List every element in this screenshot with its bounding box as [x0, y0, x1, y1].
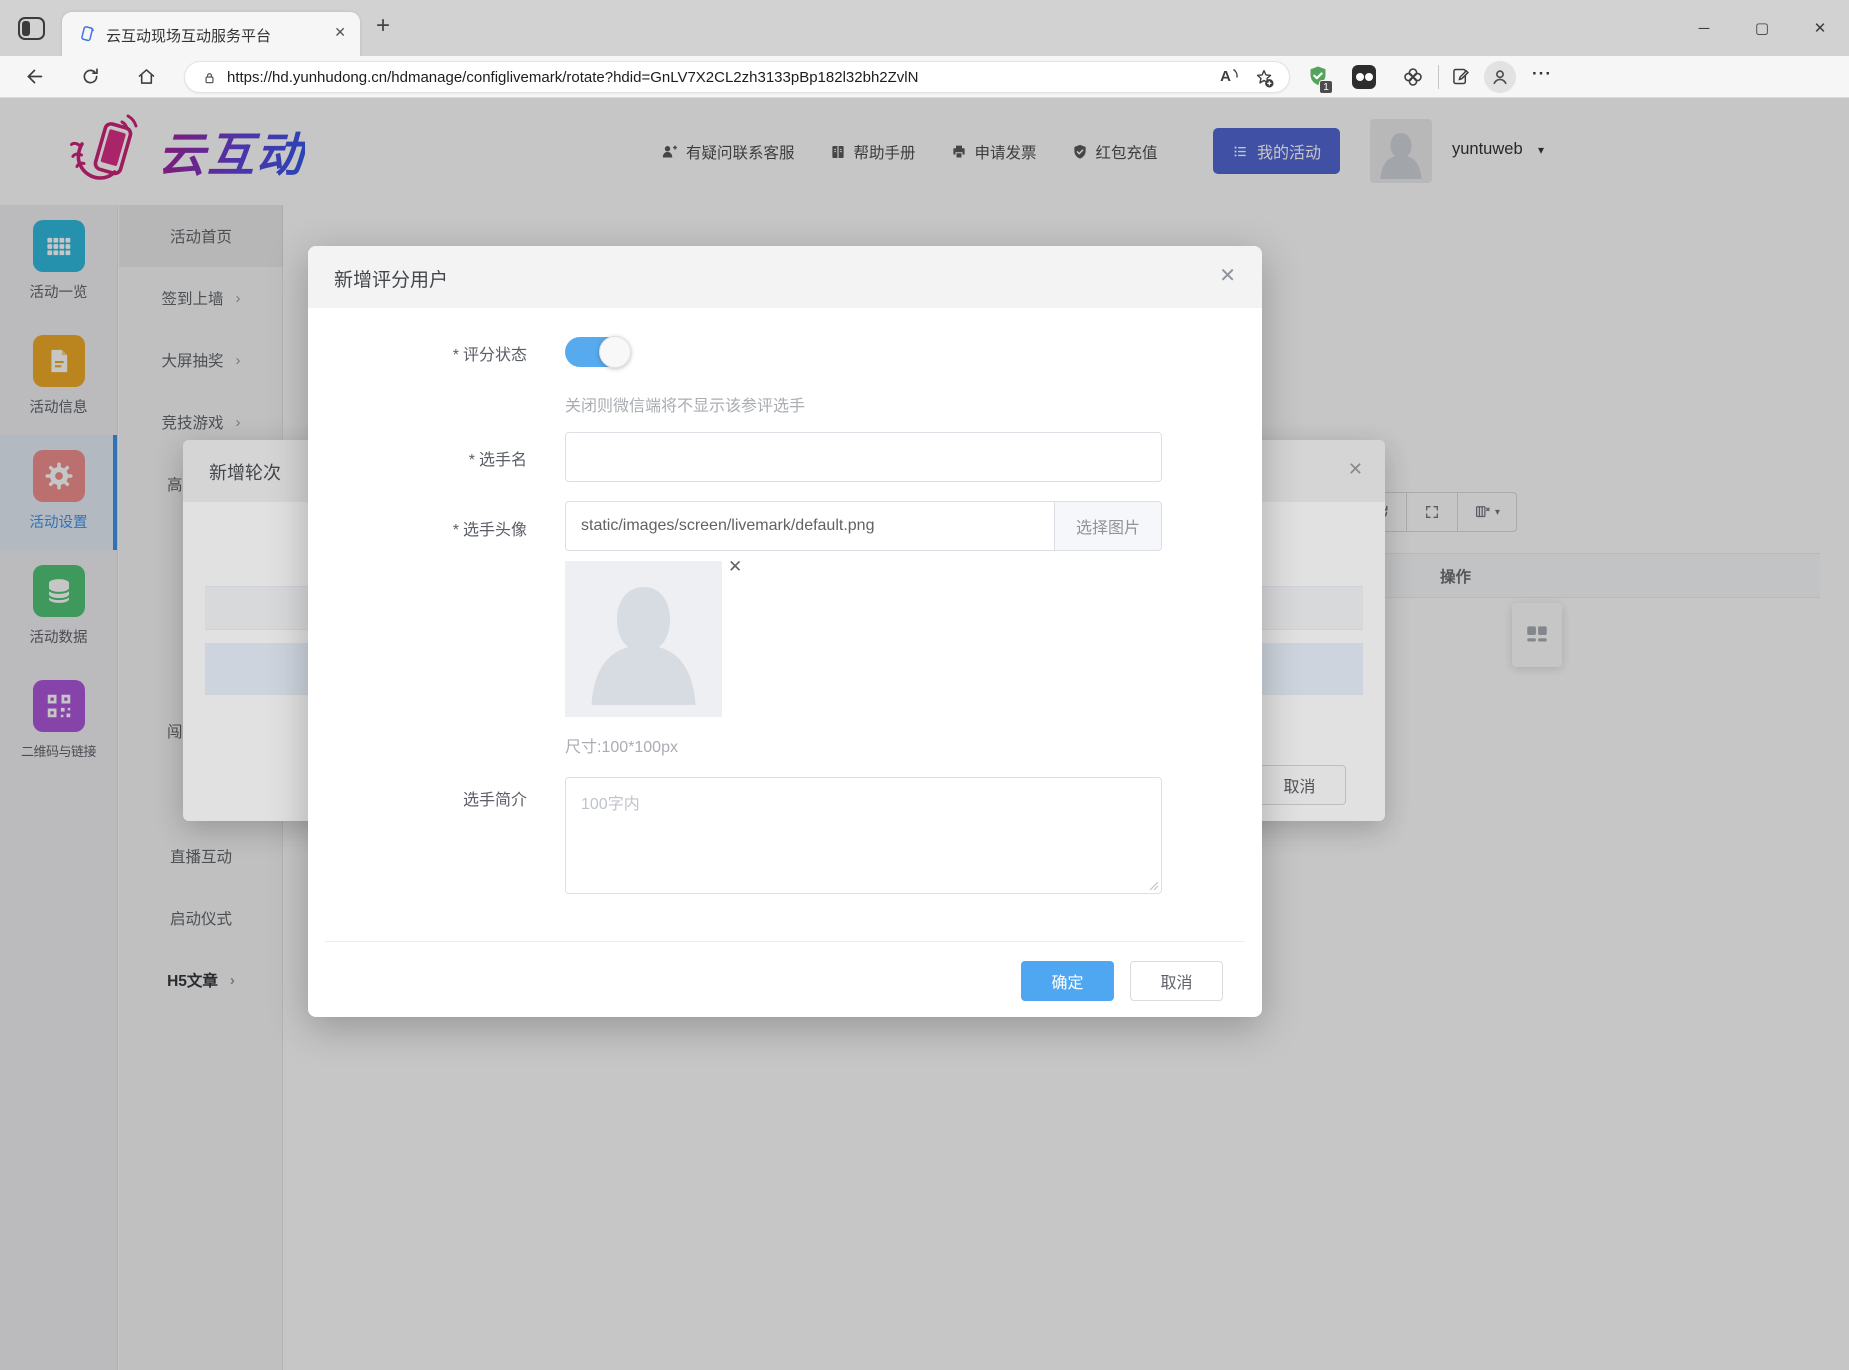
- image-size-hint: 尺寸:100*100px: [565, 733, 678, 757]
- bio-wrap: [565, 777, 1162, 894]
- home-icon[interactable]: [136, 66, 157, 87]
- status-help-text: 关闭则微信端将不显示该参评选手: [565, 392, 805, 416]
- tab-title: 云互动现场互动服务平台: [106, 25, 271, 46]
- dot: [1365, 73, 1373, 81]
- cancel-button[interactable]: 取消: [1130, 961, 1223, 1001]
- browser-tab[interactable]: 云互动现场互动服务平台 ✕: [62, 12, 360, 56]
- workspaces-icon-inner: [22, 21, 30, 36]
- footer-divider: [325, 941, 1245, 942]
- choose-image-label: 选择图片: [1076, 514, 1140, 538]
- toggle-knob: [599, 336, 631, 368]
- label-text: 选手简介: [463, 792, 527, 809]
- confirm-label: 确定: [1051, 969, 1083, 993]
- add-scoring-user-dialog: 新增评分用户 ✕ *评分状态 关闭则微信端将不显示该参评选手 *选手名 *选手头…: [308, 246, 1262, 1017]
- remove-image-icon[interactable]: ✕: [728, 557, 742, 577]
- new-tab-button[interactable]: +: [376, 12, 390, 40]
- label-text: 选手头像: [463, 522, 527, 539]
- read-aloud-arc-icon: [1232, 68, 1241, 80]
- refresh-icon[interactable]: [80, 66, 101, 87]
- extensions-icon[interactable]: [1402, 66, 1424, 88]
- required-mark: *: [469, 452, 475, 469]
- label-text: 选手名: [479, 452, 527, 469]
- browser-titlebar: 云互动现场互动服务平台 ✕ + ─ ▢ ✕: [0, 0, 1849, 56]
- status-field-label: *评分状态: [342, 341, 527, 365]
- label-text: 评分状态: [463, 347, 527, 364]
- required-mark: *: [453, 522, 459, 539]
- cancel-label: 取消: [1160, 969, 1192, 993]
- read-aloud-icon[interactable]: A: [1220, 68, 1231, 85]
- choose-image-button[interactable]: 选择图片: [1054, 501, 1162, 551]
- shield-badge: 1: [1319, 80, 1333, 94]
- player-bio-textarea[interactable]: [565, 777, 1162, 894]
- resize-handle-icon[interactable]: [1149, 881, 1159, 891]
- dialog-close-icon[interactable]: ✕: [1219, 263, 1236, 288]
- more-menu-icon[interactable]: ···: [1532, 64, 1552, 84]
- screenshot-root: 云互动现场互动服务平台 ✕ + ─ ▢ ✕ https://hd.yunhudo…: [0, 0, 1849, 1370]
- status-toggle[interactable]: [565, 337, 629, 367]
- favorites-icon[interactable]: [1253, 67, 1275, 89]
- toolbar-divider: [1438, 65, 1439, 89]
- window-controls: ─ ▢ ✕: [1675, 0, 1849, 56]
- tab-close-icon[interactable]: ✕: [334, 24, 346, 41]
- browser-toolbar: https://hd.yunhudong.cn/hdmanage/configl…: [0, 56, 1849, 98]
- required-mark: *: [453, 347, 459, 364]
- bio-field-label: 选手简介: [342, 786, 527, 810]
- dialog-header: 新增评分用户 ✕: [308, 246, 1262, 308]
- avatar-input-group: 选择图片: [565, 501, 1162, 551]
- url-text[interactable]: https://hd.yunhudong.cn/hdmanage/configl…: [227, 69, 918, 86]
- dark-extension-icon[interactable]: [1352, 65, 1376, 89]
- back-icon[interactable]: [24, 66, 45, 87]
- player-name-input[interactable]: [565, 432, 1162, 482]
- avatar-path-input[interactable]: [565, 501, 1055, 551]
- workspaces-icon[interactable]: [18, 17, 45, 40]
- avatar-field-label: *选手头像: [342, 516, 527, 540]
- avatar-preview: [565, 561, 722, 717]
- dialog-title: 新增评分用户: [334, 265, 448, 292]
- minimize-button[interactable]: ─: [1675, 20, 1733, 37]
- lock-icon: [202, 70, 217, 86]
- collections-icon[interactable]: [1450, 66, 1471, 87]
- url-bar[interactable]: https://hd.yunhudong.cn/hdmanage/configl…: [184, 61, 1290, 93]
- window-close-button[interactable]: ✕: [1791, 19, 1849, 37]
- confirm-button[interactable]: 确定: [1021, 961, 1114, 1001]
- maximize-button[interactable]: ▢: [1733, 19, 1791, 37]
- profile-icon[interactable]: [1484, 61, 1516, 93]
- dot: [1356, 73, 1364, 81]
- tab-favicon-icon: [78, 25, 96, 43]
- name-field-label: *选手名: [342, 446, 527, 470]
